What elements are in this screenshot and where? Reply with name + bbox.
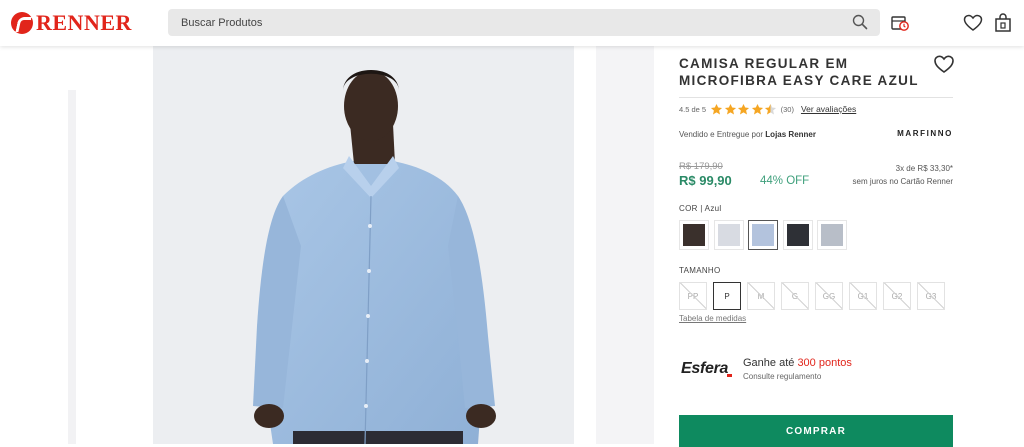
star-icon <box>711 103 723 114</box>
esfera-promo[interactable]: Esfera Ganhe até 300 pontos Consulte reg… <box>679 352 955 392</box>
heart-icon[interactable] <box>962 12 984 34</box>
color-swatch-fill <box>683 224 705 246</box>
gallery-next-image[interactable] <box>596 46 654 444</box>
color-swatch[interactable] <box>679 220 709 250</box>
seller-prefix: Vendido e Entregue por <box>679 130 766 139</box>
product-title: CAMISA REGULAR EM MICROFIBRA EASY CARE A… <box>679 56 919 88</box>
gallery-prev-image[interactable] <box>68 90 76 444</box>
discount-badge: 44% OFF <box>760 175 810 187</box>
size-option[interactable]: GG <box>815 282 843 310</box>
installment-info: 3x de R$ 33,30* sem juros no Cartão Renn… <box>853 162 954 188</box>
search-icon[interactable] <box>852 14 868 30</box>
esfera-text-prefix: Ganhe até <box>743 357 798 369</box>
store-pickup-icon[interactable] <box>889 12 911 34</box>
esfera-logo: Esfera <box>681 360 729 377</box>
installment-line-1: 3x de R$ 33,30* <box>895 164 953 173</box>
size-table-link[interactable]: Tabela de medidas <box>679 314 746 323</box>
esfera-regulation-link[interactable]: Consulte regulamento <box>743 372 821 381</box>
rating-count: (30) <box>780 104 794 114</box>
seller-name: Lojas Renner <box>765 130 816 139</box>
product-info-panel: CAMISA REGULAR EM MICROFIBRA EASY CARE A… <box>679 46 955 447</box>
product-rating: 4.5 de 5 (30) Ver avaliações <box>679 101 856 117</box>
see-reviews-link[interactable]: Ver avaliações <box>801 104 856 114</box>
rating-score: 4.5 de 5 <box>679 104 707 114</box>
color-label-text: COR <box>679 204 698 213</box>
color-swatch[interactable] <box>748 220 778 250</box>
size-option[interactable]: G3 <box>917 282 945 310</box>
esfera-logo-accent <box>727 374 732 377</box>
color-swatch-fill <box>752 224 774 246</box>
star-icon <box>724 103 736 114</box>
brand-name[interactable]: MARFINNO <box>897 129 953 138</box>
star-icon <box>738 103 750 114</box>
color-swatch[interactable] <box>713 220 744 250</box>
rating-stars <box>710 103 778 116</box>
size-option[interactable]: PP <box>679 282 707 310</box>
esfera-points-text: Ganhe até 300 pontos <box>743 357 852 369</box>
size-options: PP P M G GG G1 G2 G3 <box>679 282 951 310</box>
bag-icon[interactable] <box>992 12 1014 34</box>
seller-info: Vendido e Entregue por Lojas Renner <box>679 130 816 139</box>
old-price: R$ 179,90 <box>679 161 723 172</box>
renner-logo[interactable]: RENNER <box>11 11 132 35</box>
search-bar <box>168 9 880 36</box>
size-option[interactable]: P <box>713 282 741 310</box>
color-swatch-fill <box>821 224 843 246</box>
installment-line-2: sem juros no Cartão Renner <box>852 177 954 186</box>
product-gallery <box>0 46 660 444</box>
star-icon <box>765 103 777 114</box>
search-input[interactable] <box>168 9 848 36</box>
color-selected-name: | Azul <box>700 204 722 213</box>
favorite-heart-icon[interactable] <box>933 54 955 74</box>
color-label: COR | Azul <box>679 204 721 213</box>
buy-button[interactable]: COMPRAR <box>679 415 953 447</box>
product-model-image <box>153 46 574 444</box>
color-swatch-fill <box>717 224 740 246</box>
color-swatch[interactable] <box>782 220 813 250</box>
color-swatches <box>679 220 852 250</box>
title-divider <box>679 97 953 98</box>
color-swatch[interactable] <box>817 220 847 250</box>
esfera-points: 300 pontos <box>797 357 852 369</box>
size-option[interactable]: M <box>747 282 775 310</box>
current-price: R$ 99,90 <box>679 173 732 188</box>
size-option[interactable]: G1 <box>849 282 877 310</box>
size-label: TAMANHO <box>679 266 721 275</box>
color-swatch-fill <box>786 224 809 246</box>
size-option[interactable]: G2 <box>883 282 911 310</box>
star-icon <box>751 103 763 114</box>
renner-logo-text: RENNER <box>36 10 132 35</box>
renner-logo-mark <box>11 12 33 34</box>
site-header: RENNER <box>0 0 1024 46</box>
product-photo[interactable] <box>153 46 574 444</box>
size-option[interactable]: G <box>781 282 809 310</box>
